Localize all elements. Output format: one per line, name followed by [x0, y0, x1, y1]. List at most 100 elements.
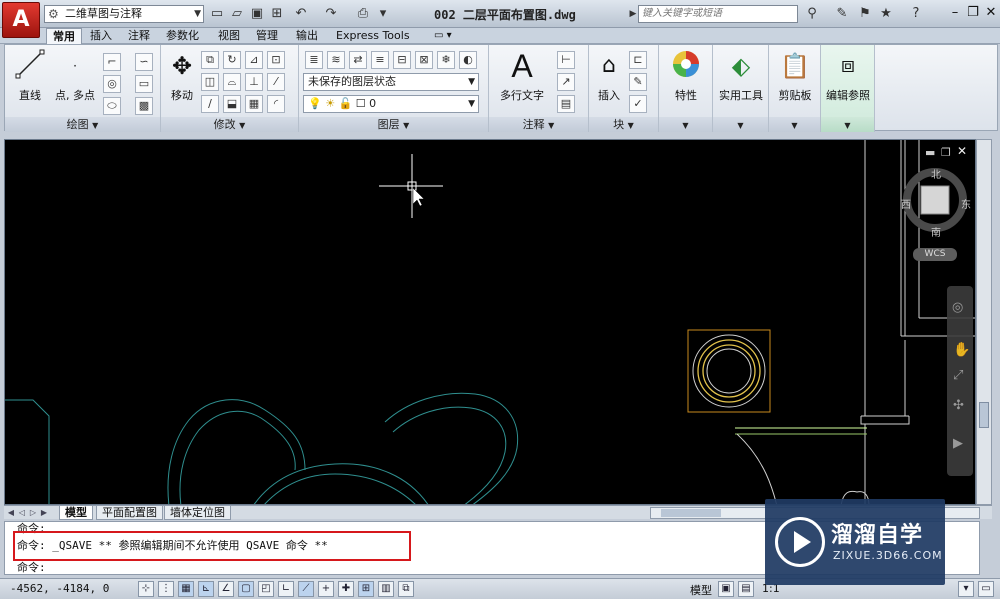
clipboard-panel[interactable]: 📋 剪贴板 ▼ — [769, 45, 821, 132]
spline-icon[interactable]: ∽ — [135, 53, 153, 71]
wcs-menu[interactable]: WCS — [913, 248, 957, 261]
workspace-selector[interactable]: ⚙ 二维草图与注释 ▼ — [44, 5, 204, 23]
ellipse-icon[interactable]: ⬭ — [103, 97, 121, 115]
tab-home[interactable]: 常用 — [46, 28, 82, 44]
orbit-icon[interactable]: ✣ — [953, 398, 964, 413]
hatch-icon[interactable]: ▩ — [135, 97, 153, 115]
compass-north[interactable]: 北 — [931, 166, 941, 181]
new-file-icon[interactable]: ▭ — [208, 5, 226, 23]
tab-express-tools[interactable]: Express Tools — [330, 28, 416, 44]
layout-tab-model[interactable]: 模型 — [59, 506, 93, 520]
scroll-thumb[interactable] — [979, 402, 989, 428]
array-icon[interactable]: ▦ — [245, 95, 263, 113]
model-space-label[interactable]: 模型 — [690, 582, 712, 598]
selected-drain-fixture[interactable] — [687, 329, 771, 413]
compass-east[interactable]: 东 — [961, 196, 971, 211]
rotate-icon[interactable]: ↻ — [223, 51, 241, 69]
subscription-icon[interactable]: ⚑ — [855, 5, 875, 23]
extend-icon[interactable]: ⊡ — [267, 51, 285, 69]
trim-icon[interactable]: ⊿ — [245, 51, 263, 69]
dimension-icon[interactable]: ⊢ — [557, 51, 575, 69]
point-button[interactable]: · 点, 多点 — [47, 49, 103, 103]
block-panel-title[interactable]: 块 ▼ — [589, 117, 658, 132]
favorites-star-icon[interactable]: ★ — [876, 5, 896, 23]
rectangle-icon[interactable]: ▭ — [135, 75, 153, 93]
quick-view-drawings-icon[interactable]: ▤ — [738, 581, 754, 597]
mirror-icon[interactable]: ◫ — [201, 73, 219, 91]
layer-states-icon[interactable]: ≋ — [327, 51, 345, 69]
explode-icon[interactable]: ⁄ — [267, 73, 285, 91]
layer-match-icon[interactable]: ⇄ — [349, 51, 367, 69]
layer-off-icon[interactable]: ◐ — [459, 51, 477, 69]
tab-output[interactable]: 输出 — [290, 28, 324, 44]
move-button[interactable]: ✥ 移动 — [163, 49, 201, 103]
clipboard-button[interactable]: 📋 剪贴板 — [770, 49, 820, 103]
refedit-panel[interactable]: ⧈ 编辑参照 ▼ — [821, 45, 875, 132]
transparency-icon[interactable]: ⊞ — [358, 581, 374, 597]
save-as-icon[interactable]: ⊞ — [268, 5, 286, 23]
properties-panel[interactable]: 特性 ▼ — [659, 45, 713, 132]
mtext-button[interactable]: A 多行文字 — [495, 49, 549, 103]
restore-button[interactable]: ❐ — [964, 4, 982, 22]
otrack-icon[interactable]: ∟ — [278, 581, 294, 597]
draw-panel-title[interactable]: 绘图 ▼ — [5, 117, 160, 132]
layer-previous-icon[interactable]: ≡ — [371, 51, 389, 69]
properties-button[interactable]: 特性 — [661, 49, 711, 103]
layer-state-dropdown[interactable]: 未保存的图层状态 ▼ — [303, 73, 479, 91]
ribbon-minimize-icon[interactable]: ▭ ▾ — [428, 28, 458, 44]
viewcube[interactable]: ▬ ❐ ✕ 北 南 东 西 WCS — [899, 144, 971, 266]
command-prompt[interactable]: 命令: — [17, 561, 46, 575]
clipboard-panel-expand[interactable]: ▼ — [769, 117, 820, 132]
table-icon[interactable]: ▤ — [557, 95, 575, 113]
grid-icon[interactable]: ▦ — [178, 581, 194, 597]
ortho-icon[interactable]: ⊾ — [198, 581, 214, 597]
key-icon[interactable]: ✎ — [832, 5, 852, 23]
offset-icon[interactable]: ◜ — [267, 95, 285, 113]
quick-view-layouts-icon[interactable]: ▣ — [718, 581, 734, 597]
fillet-icon[interactable]: ⌓ — [223, 73, 241, 91]
lineweight-icon[interactable]: ✚ — [338, 581, 354, 597]
layers-panel-title[interactable]: 图层 ▼ — [299, 117, 488, 132]
annotation-panel-title[interactable]: 注释 ▼ — [489, 117, 588, 132]
tab-view[interactable]: 视图 — [212, 28, 246, 44]
search-input[interactable]: 键入关键字或短语 — [638, 5, 798, 23]
edit-block-icon[interactable]: ✎ — [629, 73, 647, 91]
hscroll-thumb[interactable] — [661, 509, 721, 517]
undo-icon[interactable]: ↶ — [292, 5, 310, 23]
help-icon[interactable]: ? — [906, 5, 926, 23]
print-icon[interactable]: ⎙ — [354, 5, 372, 23]
utilities-panel[interactable]: ⬖ 实用工具 ▼ — [713, 45, 769, 132]
quick-properties-icon[interactable]: ▥ — [378, 581, 394, 597]
ducs-icon[interactable]: ⟋ — [298, 581, 314, 597]
refedit-panel-expand[interactable]: ▼ — [821, 117, 874, 132]
compass-south[interactable]: 南 — [931, 224, 941, 239]
tab-annotate[interactable]: 注释 — [122, 28, 156, 44]
open-folder-icon[interactable]: ▱ — [228, 5, 246, 23]
coordinates-readout[interactable]: -4562, -4184, 0 — [10, 582, 109, 595]
layer-freeze-icon[interactable]: ❄ — [437, 51, 455, 69]
stretch-icon[interactable]: ∕ — [201, 95, 219, 113]
zoom-extents-icon[interactable]: ⤢ — [953, 368, 963, 383]
clean-screen-icon[interactable]: ▭ — [978, 581, 994, 597]
redo-icon[interactable]: ↷ — [322, 5, 340, 23]
polar-icon[interactable]: ∠ — [218, 581, 234, 597]
mirror-line-icon[interactable]: ⊥ — [245, 73, 263, 91]
layout-tab-plan[interactable]: 平面配置图 — [96, 506, 163, 520]
selection-cycling-icon[interactable]: ⧉ — [398, 581, 414, 597]
copy-icon[interactable]: ⧉ — [201, 51, 219, 69]
vertical-scrollbar[interactable] — [976, 139, 992, 505]
scale-icon[interactable]: ⬓ — [223, 95, 241, 113]
create-block-icon[interactable]: ⊏ — [629, 51, 647, 69]
dyn-icon[interactable]: + — [318, 581, 334, 597]
next-tab-icon[interactable]: ▷ — [28, 507, 38, 519]
application-menu-button[interactable]: A — [2, 2, 40, 38]
prev-tab-icon[interactable]: ◁ — [17, 507, 27, 519]
tab-parametric[interactable]: 参数化 — [160, 28, 205, 44]
layout-tab-wall[interactable]: 墙体定位图 — [164, 506, 231, 520]
polyline-icon[interactable]: ⌐ — [103, 53, 121, 71]
3d-osnap-icon[interactable]: ◰ — [258, 581, 274, 597]
modify-panel-title[interactable]: 修改 ▼ — [161, 117, 298, 132]
current-layer-dropdown[interactable]: 💡 ☀ 🔓 ☐ 0 ▼ — [303, 95, 479, 113]
binoculars-icon[interactable]: ⚲ — [802, 5, 822, 23]
layer-unisolate-icon[interactable]: ⊠ — [415, 51, 433, 69]
